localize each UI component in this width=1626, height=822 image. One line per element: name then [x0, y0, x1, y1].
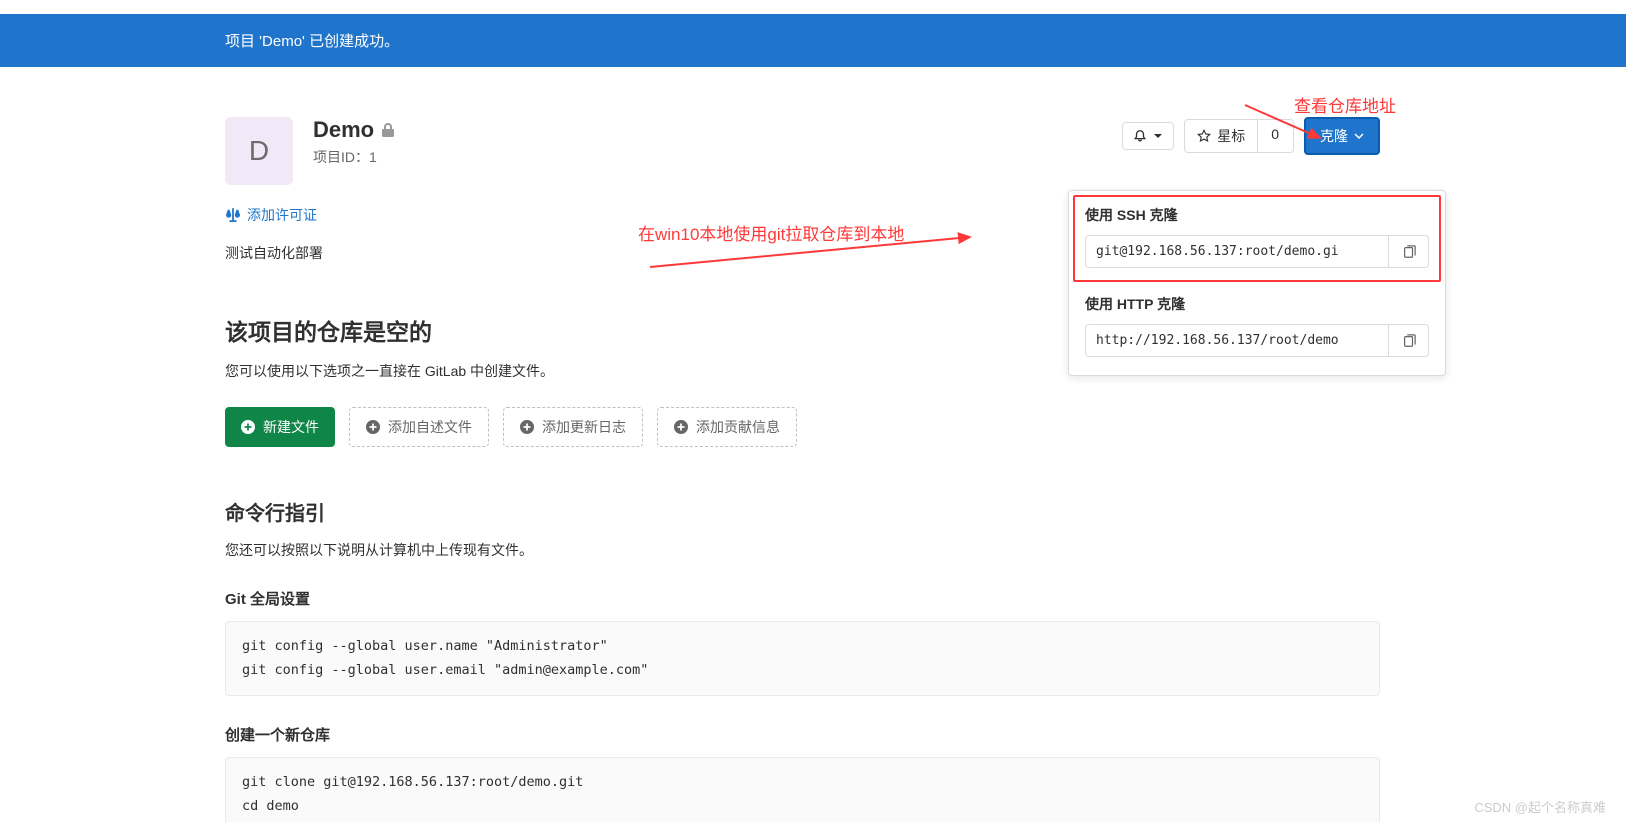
project-name: Demo	[313, 117, 374, 143]
new-repo-title: 创建一个新仓库	[225, 724, 1380, 745]
plus-icon	[520, 420, 534, 434]
copy-ssh-button[interactable]	[1389, 235, 1429, 268]
license-text: 添加许可证	[247, 205, 317, 225]
add-contrib-label: 添加贡献信息	[696, 417, 780, 437]
bell-icon	[1133, 129, 1147, 143]
project-id: 项目ID：1	[313, 147, 394, 167]
copy-icon	[1402, 245, 1416, 259]
git-global-code: git config --global user.name "Administr…	[225, 621, 1380, 696]
annotation-pull-local: 在win10本地使用git拉取仓库到本地	[638, 220, 904, 245]
plus-icon	[674, 420, 688, 434]
clone-popup: 使用 SSH 克隆 使用 HTTP 克隆	[1068, 190, 1446, 376]
clone-label: 克隆	[1320, 126, 1348, 146]
new-repo-code: git clone git@192.168.56.137:root/demo.g…	[225, 757, 1380, 822]
project-avatar: D	[225, 117, 293, 185]
copy-icon	[1402, 334, 1416, 348]
add-changelog-label: 添加更新日志	[542, 417, 626, 437]
star-count: 0	[1257, 119, 1294, 153]
clone-http-input[interactable]	[1085, 324, 1389, 357]
clone-button[interactable]: 克隆	[1304, 117, 1380, 155]
add-changelog-button[interactable]: 添加更新日志	[503, 407, 643, 447]
lock-icon	[382, 123, 394, 137]
clone-http-label: 使用 HTTP 克隆	[1085, 294, 1429, 314]
copy-http-button[interactable]	[1389, 324, 1429, 357]
project-header: D Demo 项目ID：1	[225, 117, 1380, 185]
cli-title: 命令行指引	[225, 497, 1380, 526]
annotation-view-repo: 查看仓库地址	[1294, 92, 1396, 117]
star-button[interactable]: 星标	[1184, 119, 1258, 153]
scale-icon	[225, 208, 241, 222]
clone-ssh-input[interactable]	[1085, 235, 1389, 268]
project-title: Demo	[313, 117, 394, 143]
star-icon	[1197, 129, 1211, 143]
watermark: CSDN @起个名称真难	[1474, 797, 1606, 816]
add-license-link[interactable]: 添加许可证	[225, 205, 317, 225]
notification-dropdown[interactable]	[1122, 122, 1174, 150]
add-contrib-button[interactable]: 添加贡献信息	[657, 407, 797, 447]
cli-subtitle: 您还可以按照以下说明从计算机中上传现有文件。	[225, 540, 1380, 560]
new-file-label: 新建文件	[263, 417, 319, 437]
star-group: 星标 0	[1184, 119, 1294, 153]
add-readme-label: 添加自述文件	[388, 417, 472, 437]
chevron-down-icon	[1354, 131, 1364, 141]
clone-ssh-label: 使用 SSH 克隆	[1085, 205, 1429, 225]
new-file-button[interactable]: 新建文件	[225, 407, 335, 447]
chevron-down-icon	[1153, 131, 1163, 141]
star-label: 星标	[1217, 126, 1245, 146]
success-banner: 项目 'Demo' 已创建成功。	[0, 14, 1626, 67]
plus-icon	[366, 420, 380, 434]
add-readme-button[interactable]: 添加自述文件	[349, 407, 489, 447]
git-global-title: Git 全局设置	[225, 588, 1380, 609]
plus-icon	[241, 420, 255, 434]
